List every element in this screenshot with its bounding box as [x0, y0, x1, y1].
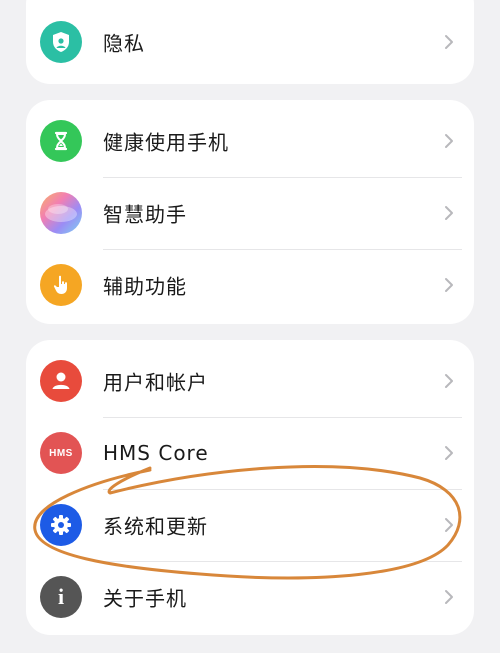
- settings-item-label: 系统和更新: [103, 514, 208, 539]
- settings-item-hms-core[interactable]: HMS HMS Core: [26, 417, 474, 489]
- settings-item-about-phone[interactable]: i 关于手机: [26, 561, 474, 633]
- settings-item-label: 智慧助手: [103, 202, 187, 227]
- hms-icon: HMS: [40, 432, 82, 474]
- settings-item-label: 健康使用手机: [103, 130, 229, 155]
- hms-icon-text: HMS: [49, 447, 73, 459]
- chevron-right-icon: [445, 278, 453, 292]
- settings-item-label: 隐私: [103, 31, 145, 56]
- settings-item-users-accounts[interactable]: 用户和帐户: [26, 345, 474, 417]
- chevron-right-icon: [445, 374, 453, 388]
- info-icon-glyph: i: [57, 584, 65, 609]
- settings-item-digital-balance[interactable]: 健康使用手机: [26, 105, 474, 177]
- smart-assistant-icon: [40, 192, 82, 234]
- chevron-right-icon: [445, 134, 453, 148]
- chevron-right-icon: [445, 590, 453, 604]
- hand-pointer-icon: [40, 264, 82, 306]
- settings-item-smart-assistant[interactable]: 智慧助手: [26, 177, 474, 249]
- settings-group-wellbeing: 健康使用手机 智慧助手 辅助功能: [26, 100, 474, 324]
- settings-item-accessibility[interactable]: 辅助功能: [26, 249, 474, 321]
- settings-item-label: 辅助功能: [103, 274, 187, 299]
- settings-group-privacy: 隐私: [26, 0, 474, 84]
- settings-item-label: 用户和帐户: [103, 370, 208, 395]
- settings-item-privacy[interactable]: 隐私: [26, 6, 474, 78]
- settings-item-label: 关于手机: [103, 586, 187, 611]
- chevron-right-icon: [445, 206, 453, 220]
- user-icon: [40, 360, 82, 402]
- info-icon: i: [40, 576, 82, 618]
- settings-item-label: HMS Core: [103, 441, 209, 465]
- settings-item-system-updates[interactable]: 系统和更新: [26, 489, 474, 561]
- hourglass-icon: [40, 120, 82, 162]
- chevron-right-icon: [445, 518, 453, 532]
- settings-group-system: 用户和帐户 HMS HMS Core 系统和更新 i 关于手机: [26, 340, 474, 635]
- privacy-shield-icon: [40, 21, 82, 63]
- gear-icon: [40, 504, 82, 546]
- chevron-right-icon: [445, 446, 453, 460]
- chevron-right-icon: [445, 35, 453, 49]
